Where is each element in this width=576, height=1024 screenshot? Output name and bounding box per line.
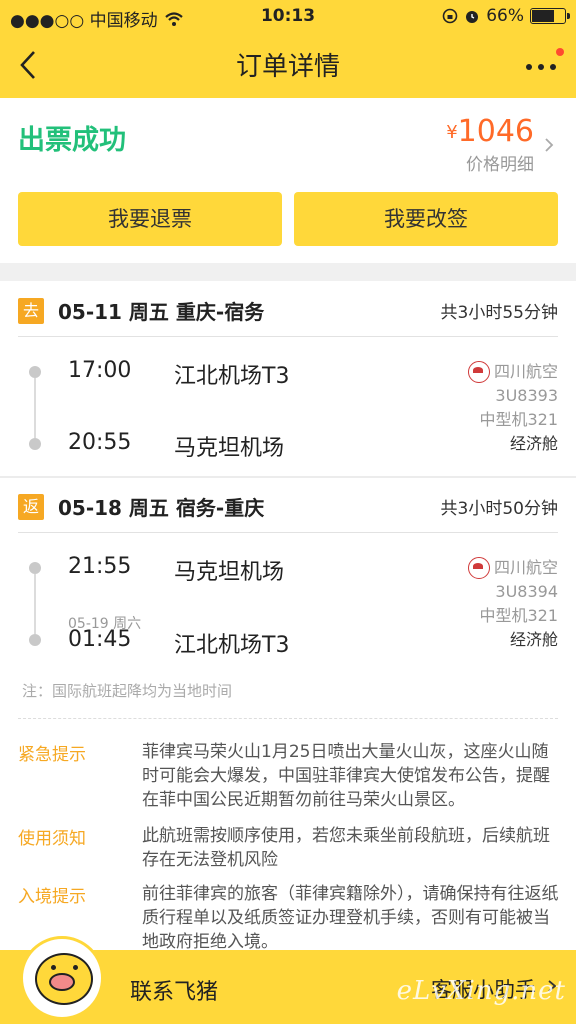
refund-button[interactable]: 我要退票 <box>18 192 282 246</box>
airline-name: 四川航空 <box>493 558 558 577</box>
flight-number: 3U8393 <box>495 386 558 405</box>
footer-bar: 联系飞猪 客服小助手 eLvXing.net <box>0 936 576 1024</box>
leg-tag: 去 <box>18 298 44 324</box>
page-title: 订单详情 <box>235 52 340 82</box>
cabin-class: 经济舱 <box>509 630 558 649</box>
flight-number: 3U8394 <box>495 582 558 601</box>
tip-text-urgent: 菲律宾马荣火山1月25日喷出大量火山灰，这座火山随时可能会大爆发，中国驻菲律宾大… <box>142 742 550 810</box>
cabin-class: 经济舱 <box>509 434 558 453</box>
departure-airport: 马克坦机场 <box>174 560 285 585</box>
watermark: eLvXing.net <box>396 976 566 1006</box>
fliggy-mascot-avatar[interactable] <box>20 936 104 1020</box>
price-value: 1046 <box>457 114 534 149</box>
leg-header: 去 05-11 周五 重庆-宿务 共3小时55分钟 <box>18 284 558 337</box>
tip-label-usage: 使用须知 <box>18 829 86 849</box>
departure-airport: 江北机场T3 <box>174 364 290 389</box>
battery-icon <box>530 8 570 24</box>
leg-title: 05-18 周五 宿务-重庆 <box>58 496 265 520</box>
sichuan-airlines-logo-icon <box>467 361 490 383</box>
arrival-time: 01:45 <box>68 627 132 652</box>
total-price[interactable]: ¥1046 <box>446 114 534 149</box>
arrival-airport: 江北机场T3 <box>174 633 290 658</box>
contact-fliggy-button[interactable]: 联系飞猪 <box>130 974 218 1006</box>
currency-symbol: ¥ <box>446 122 458 143</box>
aircraft-type: 中型机321 <box>479 410 558 429</box>
ticket-status: 出票成功 <box>18 125 126 156</box>
flight-info: 四川航空 3U8393 中型机321 经济舱 <box>467 360 558 456</box>
tip-label-urgent: 紧急提示 <box>18 745 86 765</box>
leg-tag: 返 <box>18 494 44 520</box>
chevron-right-icon[interactable] <box>542 138 556 152</box>
aircraft-type: 中型机321 <box>479 606 558 625</box>
leg-title: 05-11 周五 重庆-宿务 <box>58 300 265 324</box>
airline-name: 四川航空 <box>493 362 558 381</box>
tip-text-entry: 前往菲律宾的旅客（菲律宾籍除外），请确保持有往返纸质行程单以及纸质签证办理登机手… <box>142 884 559 952</box>
order-summary: 出票成功 ¥1046 价格明细 我要退票 我要改签 <box>0 98 576 263</box>
status-bar: ●●●○○ 中国移动 10:13 66% <box>0 0 576 32</box>
tip-text-usage: 此航班需按顺序使用，若您未乘坐前段航班，后续航班存在无法登机风险 <box>142 826 550 870</box>
leg-separator <box>0 476 576 478</box>
more-menu-icon[interactable] <box>526 48 564 76</box>
battery-percent: 66% <box>486 6 524 26</box>
airline: 四川航空 <box>467 556 558 580</box>
alarm-icon <box>466 11 479 23</box>
local-time-note: 注：国际航班起降均为当地时间 <box>22 682 233 700</box>
departure-time: 17:00 <box>68 358 132 383</box>
flight-info: 四川航空 3U8394 中型机321 经济舱 <box>467 556 558 652</box>
system-indicators: 66% <box>442 6 570 26</box>
rotation-lock-icon <box>442 8 458 24</box>
tip-label-entry: 入境提示 <box>18 887 86 907</box>
nav-bar: 订单详情 <box>0 32 576 98</box>
leg-header: 返 05-18 周五 宿务-重庆 共3小时50分钟 <box>18 480 558 533</box>
change-button[interactable]: 我要改签 <box>294 192 558 246</box>
sichuan-airlines-logo-icon <box>467 557 490 579</box>
notification-dot <box>556 48 564 56</box>
departure-time: 21:55 <box>68 554 132 579</box>
divider <box>18 718 558 719</box>
leg-duration: 共3小时55分钟 <box>440 303 558 323</box>
leg-duration: 共3小时50分钟 <box>440 499 558 519</box>
section-divider <box>0 263 576 281</box>
airline: 四川航空 <box>467 360 558 384</box>
arrival-time: 20:55 <box>68 430 132 455</box>
arrival-airport: 马克坦机场 <box>174 436 285 461</box>
price-detail-link[interactable]: 价格明细 <box>466 150 534 175</box>
